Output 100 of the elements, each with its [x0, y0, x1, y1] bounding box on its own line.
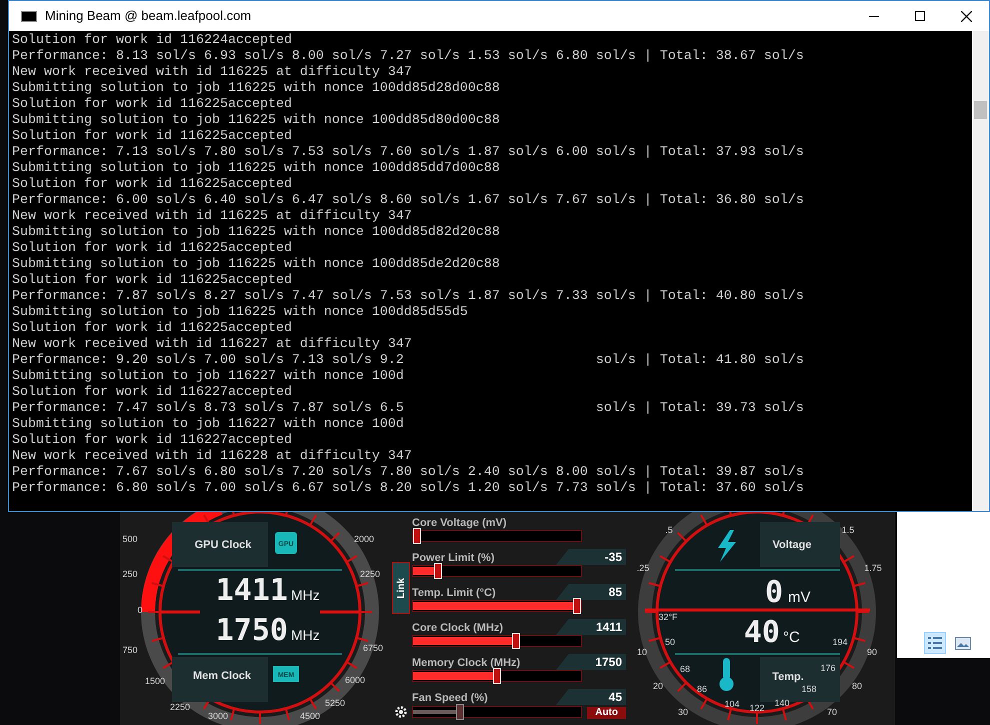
- console-line: Solution for work id 116225accepted: [12, 97, 293, 113]
- console-line: Solution for work id 116225accepted: [12, 241, 293, 257]
- console-line: New work received with id 116225 at difficulty 347: [12, 65, 413, 81]
- scale-label: 80: [852, 681, 862, 691]
- close-icon: [960, 10, 972, 22]
- scale-label: 1.5: [842, 525, 854, 535]
- scale-label: 2000: [354, 534, 374, 544]
- console-line: sol/s | Total: 41.80 sol/s: [596, 353, 804, 369]
- console-line: sol/s | Total: 39.73 sol/s: [596, 401, 804, 417]
- slider-label: Fan Speed (%): [412, 692, 488, 705]
- scale-label: .25: [636, 563, 650, 573]
- console-line: New work received with id 116227 at difficulty 347: [12, 337, 413, 353]
- console-line: Performance: 7.13 sol/s 7.80 sol/s 7.53 sol/s 7.60 sol/s 1.87 sol/s 6.00 sol/s | Total: 37.93 sol/s: [12, 145, 805, 161]
- auto-button[interactable]: Auto: [587, 707, 626, 719]
- console-line: Performance: 8.13 sol/s 6.93 sol/s 8.00 sol/s 7.27 sol/s 1.53 sol/s 6.80 sol/s | Total: 38.67 sol/s: [12, 49, 805, 65]
- console-line: Submitting solution to job 116225 with nonce 100dd85d82d20c88: [12, 225, 501, 241]
- scale-label: 1.75: [864, 563, 882, 573]
- scrollbar[interactable]: [972, 31, 989, 511]
- unit-label: °C: [783, 629, 800, 646]
- console-line: Submitting solution to job 116225 with nonce 100dd85d55d5: [12, 305, 469, 321]
- console-line: Solution for work id 116225accepted: [12, 321, 293, 337]
- slider-value: 1750: [556, 654, 626, 670]
- console-line: Performance: 7.87 sol/s 8.27 sol/s 7.47 sol/s 7.53 sol/s 1.87 sol/s 7.33 sol/s | Total: 40.80 sol/s: [12, 289, 805, 305]
- slider-track[interactable]: [412, 706, 582, 718]
- scale-label: 176: [820, 663, 836, 673]
- unit-label: MHz: [291, 587, 320, 603]
- console-line: Solution for work id 116225accepted: [12, 273, 293, 289]
- slider-value: 85: [556, 584, 626, 600]
- scale-label: 70: [827, 707, 837, 717]
- console-line: Submitting solution to job 116225 with nonce 100dd85d80d00c88: [12, 113, 501, 129]
- unit-label: MHz: [291, 627, 320, 643]
- console-line: Submitting solution to job 116225 with nonce 100dd85de2d20c88: [12, 257, 501, 273]
- console-line: Performance: 9.20 sol/s 7.00 sol/s 7.13 sol/s 9.2: [12, 353, 404, 369]
- scale-label: 10: [637, 647, 647, 657]
- scale-label: 32°F: [658, 612, 678, 622]
- scale-label: 140: [774, 698, 790, 708]
- list-view-button[interactable]: [924, 632, 946, 654]
- console-line: Performance: 7.47 sol/s 8.73 sol/s 7.87 sol/s 6.5: [12, 401, 404, 417]
- slider-label: Core Clock (MHz): [412, 622, 504, 635]
- unit-label: mV: [788, 589, 810, 606]
- slider-label: Core Voltage (mV): [412, 517, 507, 530]
- scale-label: 5250: [324, 698, 346, 708]
- scale-label: 6000: [344, 675, 366, 685]
- scale-label: 158: [801, 684, 817, 694]
- maximize-icon: [915, 11, 925, 21]
- console-line: Submitting solution to job 116225 with nonce 100dd85dd7d00c88: [12, 161, 501, 177]
- console-line: Solution for work id 116227accepted: [12, 385, 293, 401]
- slider-label: Temp. Limit (°C): [412, 587, 496, 600]
- scale-label: .5: [665, 525, 673, 535]
- scale-label: 90: [867, 647, 877, 657]
- gauge-title: Voltage: [772, 539, 812, 551]
- gauge-title: GPU Clock: [194, 539, 252, 551]
- slider-value: -35: [556, 549, 626, 565]
- scale-label: 86: [697, 684, 707, 694]
- scale-label: 0: [138, 605, 142, 615]
- scale-label: 750: [122, 645, 138, 655]
- thermometer-icon: [720, 658, 734, 691]
- slider-track[interactable]: [412, 565, 582, 577]
- settings-icon[interactable]: [394, 705, 408, 719]
- scrollbar-thumb[interactable]: [974, 101, 987, 119]
- slider-label: Power Limit (%): [412, 552, 495, 565]
- image-icon: [955, 636, 971, 650]
- gauge-readout: 1750: [216, 613, 288, 648]
- gauge-readout: 1411: [216, 573, 288, 608]
- scale-label: 50: [665, 637, 675, 647]
- scale-label: 20: [653, 681, 663, 691]
- console-line: Performance: 7.67 sol/s 6.80 sol/s 7.20 sol/s 7.80 sol/s 2.40 sol/s 8.00 sol/s | Total: 39.87 sol/s: [12, 465, 805, 481]
- console-line: New work received with id 116225 at difficulty 347: [12, 209, 413, 225]
- scale-label: 3000: [208, 711, 228, 721]
- gauge-readout: 0: [764, 575, 783, 610]
- scale-label: 500: [122, 534, 138, 544]
- console-line: Performance: 6.80 sol/s 7.00 sol/s 6.67 sol/s 8.20 sol/s 1.20 sol/s 7.73 sol/s | Total: 37.60 sol/s: [12, 481, 805, 497]
- scale-label: 2250: [170, 702, 190, 712]
- link-button[interactable]: Link: [392, 562, 410, 614]
- console-line: Solution for work id 116224accepted: [12, 33, 293, 49]
- scale-label: 122: [749, 703, 765, 713]
- scale-label: 68: [680, 664, 690, 674]
- slider-value: 1411: [556, 619, 626, 635]
- console-line: New work received with id 116228 at difficulty 347: [12, 449, 413, 465]
- console-line: Submitting solution to job 116225 with nonce 100dd85d28d00c88: [12, 81, 501, 97]
- console-line: Performance: 6.00 sol/s 6.40 sol/s 6.47 sol/s 8.60 sol/s 1.67 sol/s 7.67 sol/s | Total: 36.80 sol/s: [12, 193, 805, 209]
- scale-label: 104: [724, 699, 740, 709]
- scale-label: 1500: [144, 676, 166, 686]
- slider-track[interactable]: [412, 635, 582, 647]
- console-icon: [21, 10, 37, 22]
- slider-track[interactable]: [412, 530, 582, 542]
- scale-label: 2250: [360, 569, 380, 579]
- console-line: Solution for work id 116227accepted: [12, 433, 293, 449]
- scale-label: 250: [122, 569, 138, 579]
- slider-track[interactable]: [412, 670, 582, 682]
- console-line: Submitting solution to job 116227 with nonce 100d: [12, 417, 405, 433]
- scale-label: 4500: [300, 711, 320, 721]
- slider-value: 45: [556, 689, 626, 705]
- gauge-title: Temp.: [772, 671, 804, 683]
- window-title: Mining Beam @ beam.leafpool.com: [45, 7, 252, 26]
- slider-label: Memory Clock (MHz): [412, 657, 520, 670]
- lightning-bolt-icon: [718, 530, 736, 562]
- console-line: Solution for work id 116225accepted: [12, 177, 293, 193]
- slider-thumb[interactable]: [456, 704, 464, 720]
- list-icon: [927, 636, 943, 650]
